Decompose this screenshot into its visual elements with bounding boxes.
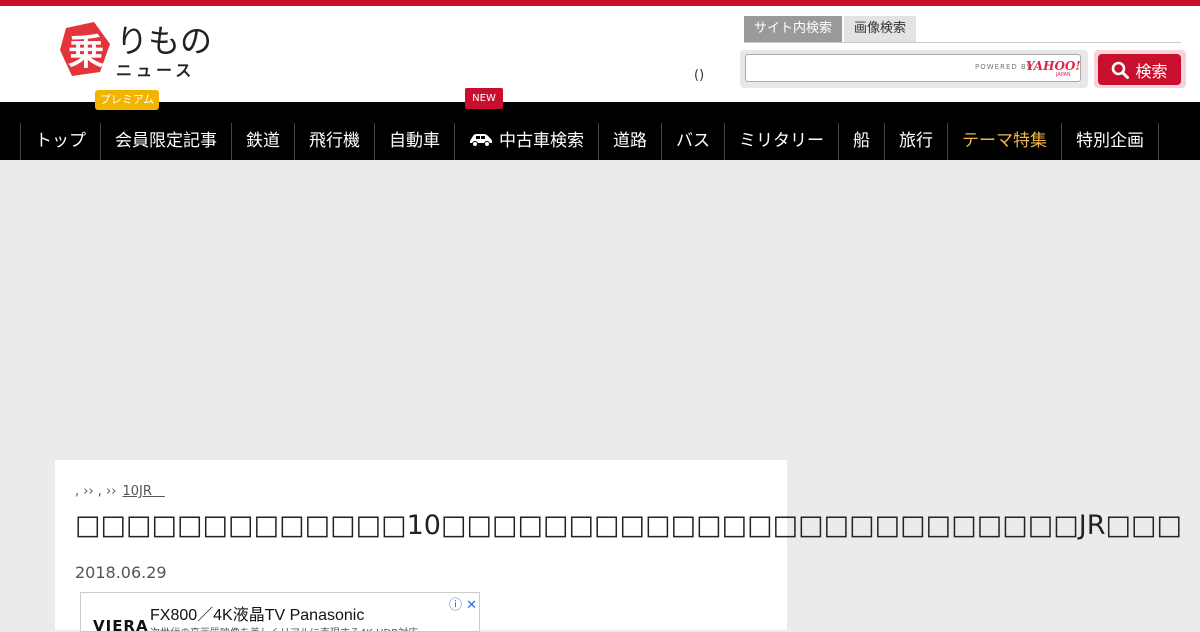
search-tabs-divider xyxy=(744,42,1181,43)
search-icon xyxy=(1112,61,1130,79)
breadcrumb-prefix: , ›› , ›› xyxy=(75,484,117,499)
nav-item-label: 旅行 xyxy=(899,131,933,151)
nav-item-label: 鉄道 xyxy=(246,131,280,151)
nav-item-special[interactable]: 特別企画 xyxy=(1062,123,1159,160)
nav-item-military[interactable]: ミリタリー xyxy=(725,123,839,160)
new-badge: NEW xyxy=(465,88,503,109)
ad-banner[interactable]: VIERA FX800／4K液晶TV Panasonic 次世代の高画質映像を美… xyxy=(80,592,480,632)
ad-choices-icon[interactable]: ⓘ ✕ xyxy=(449,594,477,613)
nav-item-car[interactable]: 自動車 xyxy=(375,123,455,160)
logo-line2: ニュース xyxy=(116,61,195,80)
nav-item-label: テーマ特集 xyxy=(962,131,1047,151)
nav-item-label: ミリタリー xyxy=(739,131,824,151)
nav-item-label: トップ xyxy=(35,131,86,151)
nav-item-airplane[interactable]: 飛行機 xyxy=(295,123,375,160)
car-icon xyxy=(470,134,492,147)
nav-item-members[interactable]: 会員限定記事 xyxy=(101,123,232,160)
nav-item-label: 道路 xyxy=(613,131,647,151)
nav-item-label: 中古車検索 xyxy=(499,131,584,151)
search-button-label: 検索 xyxy=(1135,61,1168,81)
nav-item-used-car-search[interactable]: 中古車検索 xyxy=(455,123,599,160)
yahoo-logo-sub: JAPAN xyxy=(1056,72,1071,78)
logo-mark: 乗 りもの ニュース xyxy=(60,22,212,80)
nav-item-label: 飛行機 xyxy=(309,131,360,151)
yahoo-logo: YAHOO! xyxy=(1026,59,1081,73)
ad-title[interactable]: FX800／4K液晶TV Panasonic xyxy=(150,601,364,625)
nav-item-label: 船 xyxy=(853,131,870,151)
nav-item-top[interactable]: トップ xyxy=(21,123,101,160)
breadcrumb-link[interactable]: 10JR xyxy=(122,484,164,499)
nav-item-label: 自動車 xyxy=(389,131,440,151)
nav-item-label: 特別企画 xyxy=(1076,131,1144,151)
tab-image-search[interactable]: 画像検索 xyxy=(844,16,917,42)
nav-item-label: 会員限定記事 xyxy=(115,131,217,151)
premium-badge[interactable]: プレミアム xyxy=(95,90,159,110)
nav-item-bus[interactable]: バス xyxy=(662,123,725,160)
breadcrumb: , ›› , ›› 10JR xyxy=(75,480,165,499)
nav-item-railway[interactable]: 鉄道 xyxy=(232,123,295,160)
nav-item-ship[interactable]: 船 xyxy=(839,123,885,160)
site-logo[interactable]: 乗 りもの ニュース xyxy=(60,18,230,80)
main-nav: トップ 会員限定記事 鉄道 飛行機 自動車 中古車検索 道路 バス ミリタリー … xyxy=(0,102,1200,160)
nav-item-label: バス xyxy=(676,131,710,151)
nav-item-road[interactable]: 道路 xyxy=(599,123,662,160)
article-title: □□□□□□□□□□□□□10□□□□□□□□□□□□□□□□□□□□□□□□□… xyxy=(75,510,1182,541)
ad-description: 次世代の高画質映像を美しくリアルに表現する4K HDR対応 xyxy=(150,624,418,631)
search-button[interactable]: 検索 xyxy=(1098,54,1181,85)
nav-list: トップ 会員限定記事 鉄道 飛行機 自動車 中古車検索 道路 バス ミリタリー … xyxy=(20,123,1159,160)
article-date: 2018.06.29 xyxy=(75,563,167,582)
nav-item-travel[interactable]: 旅行 xyxy=(885,123,948,160)
header-placeholder-text: () xyxy=(694,68,705,83)
search-tabs: サイト内検索 画像検索 xyxy=(744,16,918,42)
nav-item-theme-feature[interactable]: テーマ特集 xyxy=(948,123,1062,160)
logo-line1: りもの xyxy=(116,22,212,60)
powered-by-label: POWERED BY xyxy=(975,63,1032,71)
logo-kanji: 乗 xyxy=(68,32,104,73)
tab-site-search[interactable]: サイト内検索 xyxy=(744,16,843,42)
